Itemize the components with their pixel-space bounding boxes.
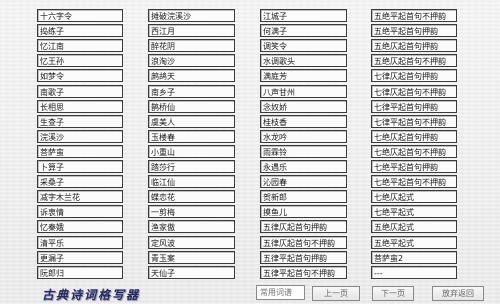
cipai-cell[interactable]: 五律平起首句押韵 xyxy=(260,251,347,264)
app-logo: 古典诗词格写器 xyxy=(42,288,141,302)
cipai-cell[interactable]: 五绝仄起式 xyxy=(371,220,457,233)
cipai-cell[interactable]: 沁园春 xyxy=(260,175,347,188)
cipai-cell[interactable]: 七绝平起首句押韵 xyxy=(371,160,457,173)
cipai-cell[interactable]: 蝶恋花 xyxy=(148,190,235,203)
cipai-cell[interactable]: 减字木兰花 xyxy=(37,190,123,203)
cipai-cell[interactable]: 八声甘州 xyxy=(260,85,347,98)
cipai-cell[interactable]: 卜算子 xyxy=(37,160,123,173)
cipai-cell[interactable]: 五绝平起式 xyxy=(371,236,457,249)
cipai-cell[interactable]: 西江月 xyxy=(148,24,235,37)
cipai-cell[interactable]: 七绝平起式 xyxy=(371,205,457,218)
cipai-cell[interactable]: 雨霖铃 xyxy=(260,145,347,158)
cipai-cell[interactable]: 鹧鸪天 xyxy=(148,69,235,82)
cipai-cell[interactable]: 玉楼春 xyxy=(148,130,235,143)
cipai-cell[interactable]: 念奴娇 xyxy=(260,100,347,113)
cipai-cell[interactable]: 七律平起首句押韵 xyxy=(371,100,457,113)
quit-return-button[interactable]: 放弃返回 xyxy=(432,286,484,301)
cipai-cell[interactable]: 捣练子 xyxy=(37,24,123,37)
cipai-cell[interactable]: 更漏子 xyxy=(37,251,123,264)
cipai-cell[interactable]: 小重山 xyxy=(148,145,235,158)
cipai-cell[interactable]: 贺新郎 xyxy=(260,190,347,203)
cipai-cell[interactable]: 七绝仄起首句不押韵 xyxy=(371,145,457,158)
cipai-cell[interactable]: 忆江南 xyxy=(37,39,123,52)
cipai-cell[interactable]: 五律仄起首句不押韵 xyxy=(260,236,347,249)
cipai-cell[interactable]: 长相思 xyxy=(37,100,123,113)
cipai-cell[interactable]: 南乡子 xyxy=(148,85,235,98)
prev-page-button[interactable]: 上一页 xyxy=(312,286,360,301)
next-page-button[interactable]: 下一页 xyxy=(372,286,414,301)
cipai-cell[interactable]: 何满子 xyxy=(260,24,347,37)
cipai-cell[interactable]: 水龙吟 xyxy=(260,130,347,143)
cipai-cell[interactable]: 虞美人 xyxy=(148,115,235,128)
cipai-cell[interactable]: 五律仄起首句押韵 xyxy=(260,220,347,233)
cipai-cell[interactable]: 浣溪沙 xyxy=(37,130,123,143)
cipai-cell[interactable]: 天仙子 xyxy=(148,266,235,279)
cipai-cell[interactable]: 清平乐 xyxy=(37,236,123,249)
cipai-cell[interactable]: 满庭芳 xyxy=(260,69,347,82)
cipai-cell[interactable]: 水调歌头 xyxy=(260,54,347,67)
cipai-cell[interactable]: 调笑令 xyxy=(260,39,347,52)
cipai-cell[interactable]: 忆王孙 xyxy=(37,54,123,67)
cipai-cell[interactable]: 七律平起首句不押韵 xyxy=(371,115,457,128)
cipai-cell[interactable]: 七绝平起首句不押韵 xyxy=(371,175,457,188)
cipai-cell[interactable]: 醉花阴 xyxy=(148,39,235,52)
cipai-cell[interactable]: 如梦令 xyxy=(37,69,123,82)
cipai-cell[interactable]: 浪淘沙 xyxy=(148,54,235,67)
cipai-cell[interactable]: 五绝仄起首句押韵 xyxy=(371,39,457,52)
cipai-cell[interactable]: 一剪梅 xyxy=(148,205,235,218)
cipai-cell[interactable]: 七绝仄起首句押韵 xyxy=(371,130,457,143)
cipai-cell[interactable]: 江城子 xyxy=(260,9,347,22)
cipai-cell[interactable]: 五绝平起首句不押韵 xyxy=(371,9,457,22)
cipai-cell[interactable]: 七律仄起首句押韵 xyxy=(371,69,457,82)
cipai-cell[interactable]: 南歌子 xyxy=(37,85,123,98)
cipai-cell[interactable]: --- xyxy=(371,266,457,279)
cipai-cell[interactable]: 采桑子 xyxy=(37,175,123,188)
search-input[interactable] xyxy=(256,285,305,300)
cipai-cell[interactable]: 临江仙 xyxy=(148,175,235,188)
cipai-cell[interactable]: 十六字令 xyxy=(37,9,123,22)
cipai-grid: 十六字令 摊破浣溪沙 江城子 五绝平起首句不押韵捣练子 西江月 何满子 五绝平起首句押韵忆江… xyxy=(0,0,500,282)
cipai-cell[interactable]: 定风波 xyxy=(148,236,235,249)
cipai-cell[interactable]: 渔家傲 xyxy=(148,220,235,233)
cipai-cell[interactable]: 七绝仄起式 xyxy=(371,190,457,203)
cipai-cell[interactable]: 摸鱼儿 xyxy=(260,205,347,218)
cipai-cell[interactable]: 青玉案 xyxy=(148,251,235,264)
cipai-cell[interactable]: 踏莎行 xyxy=(148,160,235,173)
cipai-cell[interactable]: 菩萨蛮2 xyxy=(371,251,457,264)
cipai-cell[interactable]: 鹊桥仙 xyxy=(148,100,235,113)
cipai-cell[interactable]: 五律平起首句不押韵 xyxy=(260,266,347,279)
cipai-cell[interactable]: 诉衷情 xyxy=(37,205,123,218)
cipai-cell[interactable]: 桂枝香 xyxy=(260,115,347,128)
cipai-cell[interactable]: 永遇乐 xyxy=(260,160,347,173)
cipai-cell[interactable]: 五绝仄起首句不押韵 xyxy=(371,54,457,67)
cipai-cell[interactable]: 五绝平起首句押韵 xyxy=(371,24,457,37)
cipai-cell[interactable]: 阮郎归 xyxy=(37,266,123,279)
cipai-cell[interactable]: 忆秦娥 xyxy=(37,220,123,233)
cipai-cell[interactable]: 七律仄起首句不押韵 xyxy=(371,85,457,98)
cipai-cell[interactable]: 生查子 xyxy=(37,115,123,128)
cipai-cell[interactable]: 菩萨蛮 xyxy=(37,145,123,158)
cipai-cell[interactable]: 摊破浣溪沙 xyxy=(148,9,235,22)
